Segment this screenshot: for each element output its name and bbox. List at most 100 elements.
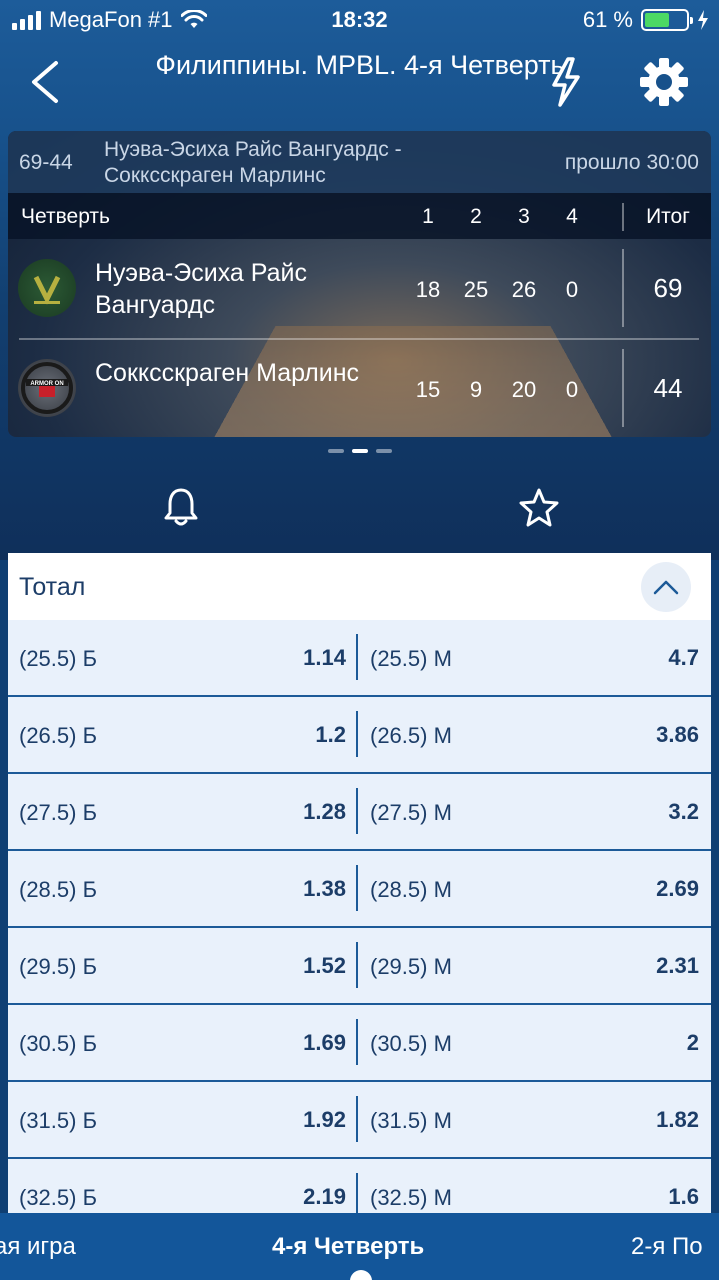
scoreboard[interactable]: 69-44 Нуэва-Эсиха Райс Вангуардс - Соккс…: [8, 131, 711, 437]
odds-divider: [356, 1019, 358, 1065]
team-row-away: ARMOR ON Сокксскраген Марлинс 15 9 20 0 …: [8, 339, 711, 437]
chevron-up-icon: [652, 578, 680, 596]
over-label[interactable]: (26.5) Б: [19, 723, 97, 749]
home-q4: 0: [552, 277, 592, 303]
odds-row: (26.5) Б 1.2 (26.5) М 3.86: [8, 697, 711, 774]
away-q2: 9: [456, 377, 496, 403]
market-header[interactable]: Тотал: [8, 553, 711, 620]
page-title: Филиппины. MPBL. 4-я Четверть: [120, 48, 600, 82]
period-tab-bar: ая игра 4-я Четверть 2-я По: [0, 1213, 719, 1280]
quarter-4-header: 4: [552, 205, 592, 229]
odds-row: (32.5) Б 2.19 (32.5) М 1.6: [8, 1159, 711, 1213]
tab-next[interactable]: 2-я По: [631, 1233, 703, 1261]
under-label[interactable]: (26.5) М: [370, 723, 452, 749]
status-bar: MegaFon #1 18:32 61 %: [0, 0, 719, 40]
team-logo-vanguards: [18, 259, 76, 317]
column-divider: [622, 203, 624, 231]
home-q2: 25: [456, 277, 496, 303]
bell-icon: [163, 487, 199, 527]
quarters-header: Четверть 1 2 3 4 Итог: [8, 193, 711, 239]
team-logo-marlins: ARMOR ON: [18, 359, 76, 417]
odds-divider: [356, 1096, 358, 1142]
quarter-1-header: 1: [408, 205, 448, 229]
under-odds[interactable]: 3.2: [548, 799, 699, 825]
odds-row: (30.5) Б 1.69 (30.5) М 2: [8, 1005, 711, 1082]
over-label[interactable]: (32.5) Б: [19, 1185, 97, 1211]
under-odds[interactable]: 3.86: [548, 722, 699, 748]
settings-button[interactable]: [636, 54, 692, 110]
over-odds[interactable]: 1.2: [208, 722, 346, 748]
over-label[interactable]: (31.5) Б: [19, 1108, 97, 1134]
marlins-logo-text: ARMOR ON: [30, 381, 63, 387]
odds-row: (28.5) Б 1.38 (28.5) М 2.69: [8, 851, 711, 928]
over-odds[interactable]: 1.92: [208, 1107, 346, 1133]
back-button[interactable]: [22, 54, 66, 110]
over-label[interactable]: (28.5) Б: [19, 877, 97, 903]
tab-prev[interactable]: ая игра: [0, 1233, 76, 1261]
away-q1: 15: [408, 377, 448, 403]
away-q3: 20: [504, 377, 544, 403]
odds-divider: [356, 942, 358, 988]
market-title: Тотал: [19, 573, 85, 602]
wifi-icon: [181, 10, 207, 30]
odds-divider: [356, 865, 358, 911]
under-odds[interactable]: 4.7: [548, 645, 699, 671]
under-odds[interactable]: 2.69: [548, 876, 699, 902]
over-odds[interactable]: 1.28: [208, 799, 346, 825]
gear-icon: [639, 57, 689, 107]
over-label[interactable]: (27.5) Б: [19, 800, 97, 826]
page-indicator[interactable]: [0, 449, 719, 453]
match-score: 69-44: [19, 151, 73, 175]
odds-divider: [356, 788, 358, 834]
tab-4th-quarter[interactable]: 4-я Четверть: [272, 1233, 424, 1261]
under-label[interactable]: (27.5) М: [370, 800, 452, 826]
marlins-logo-icon: ARMOR ON: [18, 359, 76, 417]
signal-icon: [12, 10, 41, 30]
team-name-home: Нуэва-Эсиха Райс Вангуардс: [95, 257, 395, 321]
odds-row: (31.5) Б 1.92 (31.5) М 1.82: [8, 1082, 711, 1159]
away-total: 44: [628, 373, 708, 404]
under-label[interactable]: (31.5) М: [370, 1108, 452, 1134]
vanguards-logo-icon: [18, 259, 76, 317]
over-label[interactable]: (25.5) Б: [19, 646, 97, 672]
over-odds[interactable]: 2.19: [208, 1184, 346, 1210]
live-button[interactable]: [540, 54, 592, 110]
under-odds[interactable]: 1.82: [548, 1107, 699, 1133]
under-odds[interactable]: 2.31: [548, 953, 699, 979]
odds-row: (25.5) Б 1.14 (25.5) М 4.7: [8, 620, 711, 697]
over-odds[interactable]: 1.14: [208, 645, 346, 671]
under-label[interactable]: (28.5) М: [370, 877, 452, 903]
odds-divider: [356, 711, 358, 757]
over-odds[interactable]: 1.38: [208, 876, 346, 902]
under-label[interactable]: (29.5) М: [370, 954, 452, 980]
collapse-button[interactable]: [641, 562, 691, 612]
lightning-icon: [548, 57, 584, 107]
over-odds[interactable]: 1.69: [208, 1030, 346, 1056]
quarter-2-header: 2: [456, 205, 496, 229]
chevron-left-icon: [28, 59, 60, 105]
under-odds[interactable]: 1.6: [548, 1184, 699, 1210]
over-label[interactable]: (30.5) Б: [19, 1031, 97, 1057]
over-odds[interactable]: 1.52: [208, 953, 346, 979]
page-dot-active: [352, 449, 368, 453]
battery-icon: [641, 9, 689, 31]
odds-row: (29.5) Б 1.52 (29.5) М 2.31: [8, 928, 711, 1005]
column-divider: [622, 349, 624, 427]
column-divider: [622, 249, 624, 327]
over-label[interactable]: (29.5) Б: [19, 954, 97, 980]
elapsed-time: прошло 30:00: [565, 151, 699, 175]
home-total: 69: [628, 273, 708, 304]
quarter-3-header: 3: [504, 205, 544, 229]
favorite-button[interactable]: [514, 482, 564, 532]
page-dot: [376, 449, 392, 453]
page-dot: [328, 449, 344, 453]
charging-bolt-icon: [697, 10, 709, 30]
quarter-label: Четверть: [21, 205, 110, 229]
under-odds[interactable]: 2: [548, 1030, 699, 1056]
match-name: Нуэва-Эсиха Райс Вангуардс - Сокксскраге…: [104, 137, 484, 189]
carrier-name: MegaFon #1: [49, 7, 173, 33]
under-label[interactable]: (32.5) М: [370, 1185, 452, 1211]
under-label[interactable]: (25.5) М: [370, 646, 452, 672]
under-label[interactable]: (30.5) М: [370, 1031, 452, 1057]
notifications-button[interactable]: [156, 482, 206, 532]
